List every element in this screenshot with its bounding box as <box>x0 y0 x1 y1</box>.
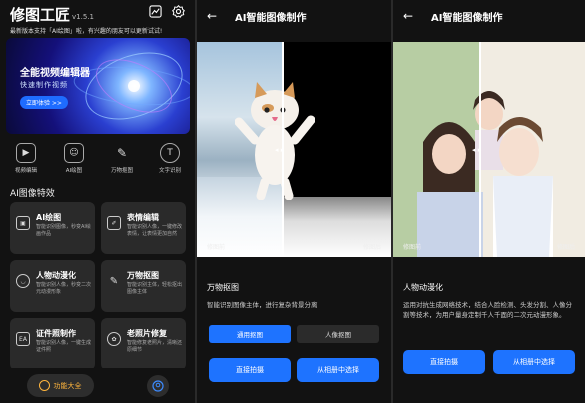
cutout-screen: ← AI智能图像制作 ◂ ▸ 修图前 修图后 万物抠图 智能识别图像主体，进行复… <box>197 0 391 403</box>
page-title: AI智能图像制作 <box>431 13 503 24</box>
bottom-nav: 功能大全 <box>0 368 195 403</box>
feature-title: 人物动漫化 <box>403 283 443 292</box>
quick-item-cutout[interactable]: ✎ 万物抠图 <box>102 143 142 174</box>
card-title: AI绘图 <box>36 213 62 222</box>
app-title: 修图工匠 <box>10 6 71 24</box>
magic-wand-icon: ✎ <box>116 146 128 160</box>
feature-cards: ▣ AI绘图 智能识别图像，秒变AI绘画作品 ✐ 表情编辑 智能识别人像，一键修… <box>10 202 186 370</box>
features-icon <box>38 380 50 391</box>
header: ← AI智能图像制作 <box>393 0 585 32</box>
anime-icon: ◡ <box>16 274 30 288</box>
video-editor-banner[interactable]: 全能视频编辑器 快速制作视频 立即体验 >> <box>6 38 190 134</box>
id-photo-icon: EA <box>16 332 30 346</box>
quick-label: 万物抠图 <box>110 168 133 174</box>
camera-button[interactable]: 直接拍摄 <box>403 350 485 374</box>
compare-handle-icon[interactable]: ◂ ▸ <box>472 146 481 154</box>
card-desc: 智能识别人像，秒变二次元动漫形象 <box>36 282 92 295</box>
album-button[interactable]: 从相册中选择 <box>493 350 575 374</box>
banner-subtitle: 快速制作视频 <box>20 81 68 89</box>
all-features-label: 功能大全 <box>53 381 82 390</box>
card-cutout[interactable]: ✎ 万物抠图 智能识别主体，轻松抠出图像主体 <box>101 260 186 312</box>
quick-label: 文字识别 <box>158 168 181 174</box>
cutout-icon: ✎ <box>109 275 119 287</box>
tab-general-cutout[interactable]: 通用抠图 <box>209 325 291 343</box>
profile-icon[interactable] <box>146 374 169 397</box>
card-anime[interactable]: ◡ 人物动漫化 智能识别人像，秒变二次元动漫形象 <box>10 260 95 312</box>
quick-tools: ▶ 视频编辑 ☺ AI绘图 ✎ 万物抠图 T 文字识别 <box>6 143 190 174</box>
camera-button[interactable]: 直接拍摄 <box>209 358 291 382</box>
card-ai-paint[interactable]: ▣ AI绘图 智能识别图像，秒变AI绘画作品 <box>10 202 95 254</box>
chart-icon[interactable] <box>149 5 162 18</box>
card-title: 老照片修复 <box>127 329 167 338</box>
app-version: v1.5.1 <box>72 13 94 21</box>
card-desc: 智能修复老照片，清晰还原细节 <box>127 340 183 353</box>
after-label: 修图后 <box>556 244 575 251</box>
before-label: 修图前 <box>207 244 226 251</box>
back-arrow-icon[interactable]: ← <box>403 9 413 23</box>
cat-image <box>235 82 315 200</box>
back-arrow-icon[interactable]: ← <box>207 9 217 23</box>
tab-portrait-cutout[interactable]: 人像抠图 <box>297 325 379 343</box>
face-edit-icon: ✐ <box>107 216 121 230</box>
ai-paint-icon: ☺ <box>64 143 84 163</box>
text-recognize-icon: T <box>160 143 180 163</box>
restore-icon: ✿ <box>107 332 121 346</box>
card-id-photo[interactable]: EA 证件照制作 智能识别人像，一键生成证件照 <box>10 318 95 370</box>
feature-desc: 运用对抗生成网络技术，结合人脸检测、头发分割、人像分割等技术，为用户量身定制千人… <box>403 301 572 319</box>
try-now-button[interactable]: 立即体验 >> <box>20 96 68 109</box>
page-title: AI智能图像制作 <box>235 13 307 24</box>
banner-title: 全能视频编辑器 <box>20 68 90 79</box>
after-label: 修图后 <box>362 244 381 251</box>
card-restore[interactable]: ✿ 老照片修复 智能修复老照片，清晰还原细节 <box>101 318 186 370</box>
settings-gear-icon[interactable] <box>172 5 185 18</box>
home-screen: 修图工匠 v1.5.1 最新版本支持「AI绘图」啦，有兴趣的朋友可以更新试试! … <box>0 0 195 403</box>
header: ← AI智能图像制作 <box>197 0 391 32</box>
portrait-image <box>393 42 585 257</box>
card-desc: 智能识别人像，一键生成证件照 <box>36 340 92 353</box>
card-title: 表情编辑 <box>127 213 159 222</box>
before-label: 修图前 <box>403 244 422 251</box>
update-notice: 最新版本支持「AI绘图」啦，有兴趣的朋友可以更新试试! <box>10 28 163 35</box>
feature-desc: 智能识别图像主体，进行复杂背景分离 <box>207 301 318 309</box>
before-after-preview[interactable]: ◂ ▸ 修图前 修图后 <box>393 42 585 257</box>
card-face-edit[interactable]: ✐ 表情编辑 智能识别人像，一键修改表情，让表情更加自然 <box>101 202 186 254</box>
card-desc: 智能识别图像，秒变AI绘画作品 <box>36 224 91 237</box>
before-after-preview[interactable]: ◂ ▸ 修图前 修图后 <box>197 42 391 257</box>
compare-handle-icon[interactable]: ◂ ▸ <box>275 146 284 154</box>
quick-item-ai-paint[interactable]: ☺ AI绘图 <box>54 143 94 174</box>
robot-icon: ▣ <box>16 216 30 230</box>
album-button[interactable]: 从相册中选择 <box>297 358 379 382</box>
quick-item-text-recognize[interactable]: T 文字识别 <box>150 143 190 174</box>
card-title: 人物动漫化 <box>36 271 76 280</box>
card-title: 证件照制作 <box>36 329 76 338</box>
video-edit-icon: ▶ <box>16 143 36 163</box>
anime-screen: ← AI智能图像制作 ◂ ▸ 修图前 修图后 人物动漫化 运用对抗生成网络技术，… <box>393 0 585 403</box>
quick-label: AI绘图 <box>65 168 83 174</box>
all-features-button[interactable]: 功能大全 <box>26 374 94 397</box>
card-title: 万物抠图 <box>127 271 159 280</box>
quick-item-video-edit[interactable]: ▶ 视频编辑 <box>6 143 46 174</box>
card-desc: 智能识别主体，轻松抠出图像主体 <box>127 282 183 295</box>
card-desc: 智能识别人像，一键修改表情，让表情更加自然 <box>127 224 183 237</box>
feature-title: 万物抠图 <box>207 283 239 292</box>
quick-label: 视频编辑 <box>14 168 37 174</box>
section-title: AI图像特效 <box>10 189 55 199</box>
